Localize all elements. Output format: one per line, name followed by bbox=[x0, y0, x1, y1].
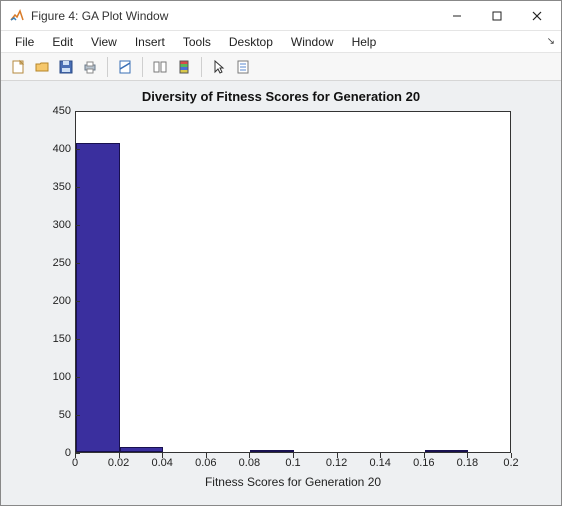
x-tick-mark bbox=[467, 453, 468, 458]
y-tick-label: 200 bbox=[31, 295, 71, 307]
x-tick-label: 0.12 bbox=[317, 457, 357, 469]
menu-file[interactable]: File bbox=[7, 33, 42, 51]
toolbar-separator bbox=[142, 57, 143, 77]
x-tick-mark bbox=[119, 453, 120, 458]
x-tick-label: 0.14 bbox=[360, 457, 400, 469]
y-tick-label: 100 bbox=[31, 371, 71, 383]
histogram-bar bbox=[76, 143, 120, 452]
y-tick-mark bbox=[75, 111, 80, 112]
x-tick-label: 0.1 bbox=[273, 457, 313, 469]
y-tick-label: 50 bbox=[31, 409, 71, 421]
x-tick-label: 0.2 bbox=[491, 457, 531, 469]
layout-icon[interactable] bbox=[149, 56, 171, 78]
y-tick-mark bbox=[75, 149, 80, 150]
menu-insert[interactable]: Insert bbox=[127, 33, 173, 51]
x-tick-mark bbox=[511, 453, 512, 458]
titlebar: Figure 4: GA Plot Window bbox=[1, 1, 561, 31]
menu-edit[interactable]: Edit bbox=[44, 33, 81, 51]
x-tick-label: 0.16 bbox=[404, 457, 444, 469]
x-tick-mark bbox=[75, 453, 76, 458]
x-tick-mark bbox=[162, 453, 163, 458]
colorbar-icon[interactable] bbox=[173, 56, 195, 78]
x-tick-label: 0 bbox=[55, 457, 95, 469]
pointer-icon[interactable] bbox=[208, 56, 230, 78]
insert-icon[interactable] bbox=[232, 56, 254, 78]
y-tick-mark bbox=[75, 301, 80, 302]
histogram-bar bbox=[250, 450, 294, 452]
plot-canvas: Diversity of Fitness Scores for Generati… bbox=[1, 81, 561, 505]
y-tick-label: 450 bbox=[31, 105, 71, 117]
x-tick-mark bbox=[380, 453, 381, 458]
menu-view[interactable]: View bbox=[83, 33, 125, 51]
print-icon[interactable] bbox=[79, 56, 101, 78]
histogram-bar bbox=[425, 450, 469, 452]
dock-arrow-icon[interactable]: ↘ bbox=[547, 36, 555, 47]
save-icon[interactable] bbox=[55, 56, 77, 78]
link-icon[interactable] bbox=[114, 56, 136, 78]
matlab-icon bbox=[9, 8, 25, 24]
axes[interactable] bbox=[75, 111, 511, 453]
toolbar-separator bbox=[107, 57, 108, 77]
x-tick-label: 0.08 bbox=[229, 457, 269, 469]
x-tick-mark bbox=[249, 453, 250, 458]
toolbar-separator bbox=[201, 57, 202, 77]
menu-help[interactable]: Help bbox=[344, 33, 385, 51]
menubar: FileEditViewInsertToolsDesktopWindowHelp… bbox=[1, 31, 561, 53]
x-tick-label: 0.04 bbox=[142, 457, 182, 469]
open-icon[interactable] bbox=[31, 56, 53, 78]
x-tick-mark bbox=[293, 453, 294, 458]
y-tick-mark bbox=[75, 339, 80, 340]
y-tick-label: 150 bbox=[31, 333, 71, 345]
menu-window[interactable]: Window bbox=[283, 33, 342, 51]
toolbar bbox=[1, 53, 561, 81]
y-tick-label: 250 bbox=[31, 257, 71, 269]
y-tick-mark bbox=[75, 225, 80, 226]
y-tick-label: 350 bbox=[31, 181, 71, 193]
menu-desktop[interactable]: Desktop bbox=[221, 33, 281, 51]
chart-title: Diversity of Fitness Scores for Generati… bbox=[1, 89, 561, 104]
histogram-bar bbox=[120, 447, 164, 452]
new-figure-icon[interactable] bbox=[7, 56, 29, 78]
y-tick-mark bbox=[75, 263, 80, 264]
window-title: Figure 4: GA Plot Window bbox=[31, 9, 437, 23]
x-axis-label: Fitness Scores for Generation 20 bbox=[75, 475, 511, 489]
maximize-button[interactable] bbox=[477, 2, 517, 30]
x-tick-mark bbox=[206, 453, 207, 458]
x-tick-label: 0.18 bbox=[447, 457, 487, 469]
x-tick-mark bbox=[337, 453, 338, 458]
x-tick-label: 0.02 bbox=[99, 457, 139, 469]
y-tick-label: 300 bbox=[31, 219, 71, 231]
y-tick-mark bbox=[75, 415, 80, 416]
minimize-button[interactable] bbox=[437, 2, 477, 30]
y-tick-mark bbox=[75, 377, 80, 378]
y-tick-label: 400 bbox=[31, 143, 71, 155]
x-tick-label: 0.06 bbox=[186, 457, 226, 469]
x-tick-mark bbox=[424, 453, 425, 458]
y-tick-mark bbox=[75, 187, 80, 188]
menu-tools[interactable]: Tools bbox=[175, 33, 219, 51]
close-button[interactable] bbox=[517, 2, 557, 30]
